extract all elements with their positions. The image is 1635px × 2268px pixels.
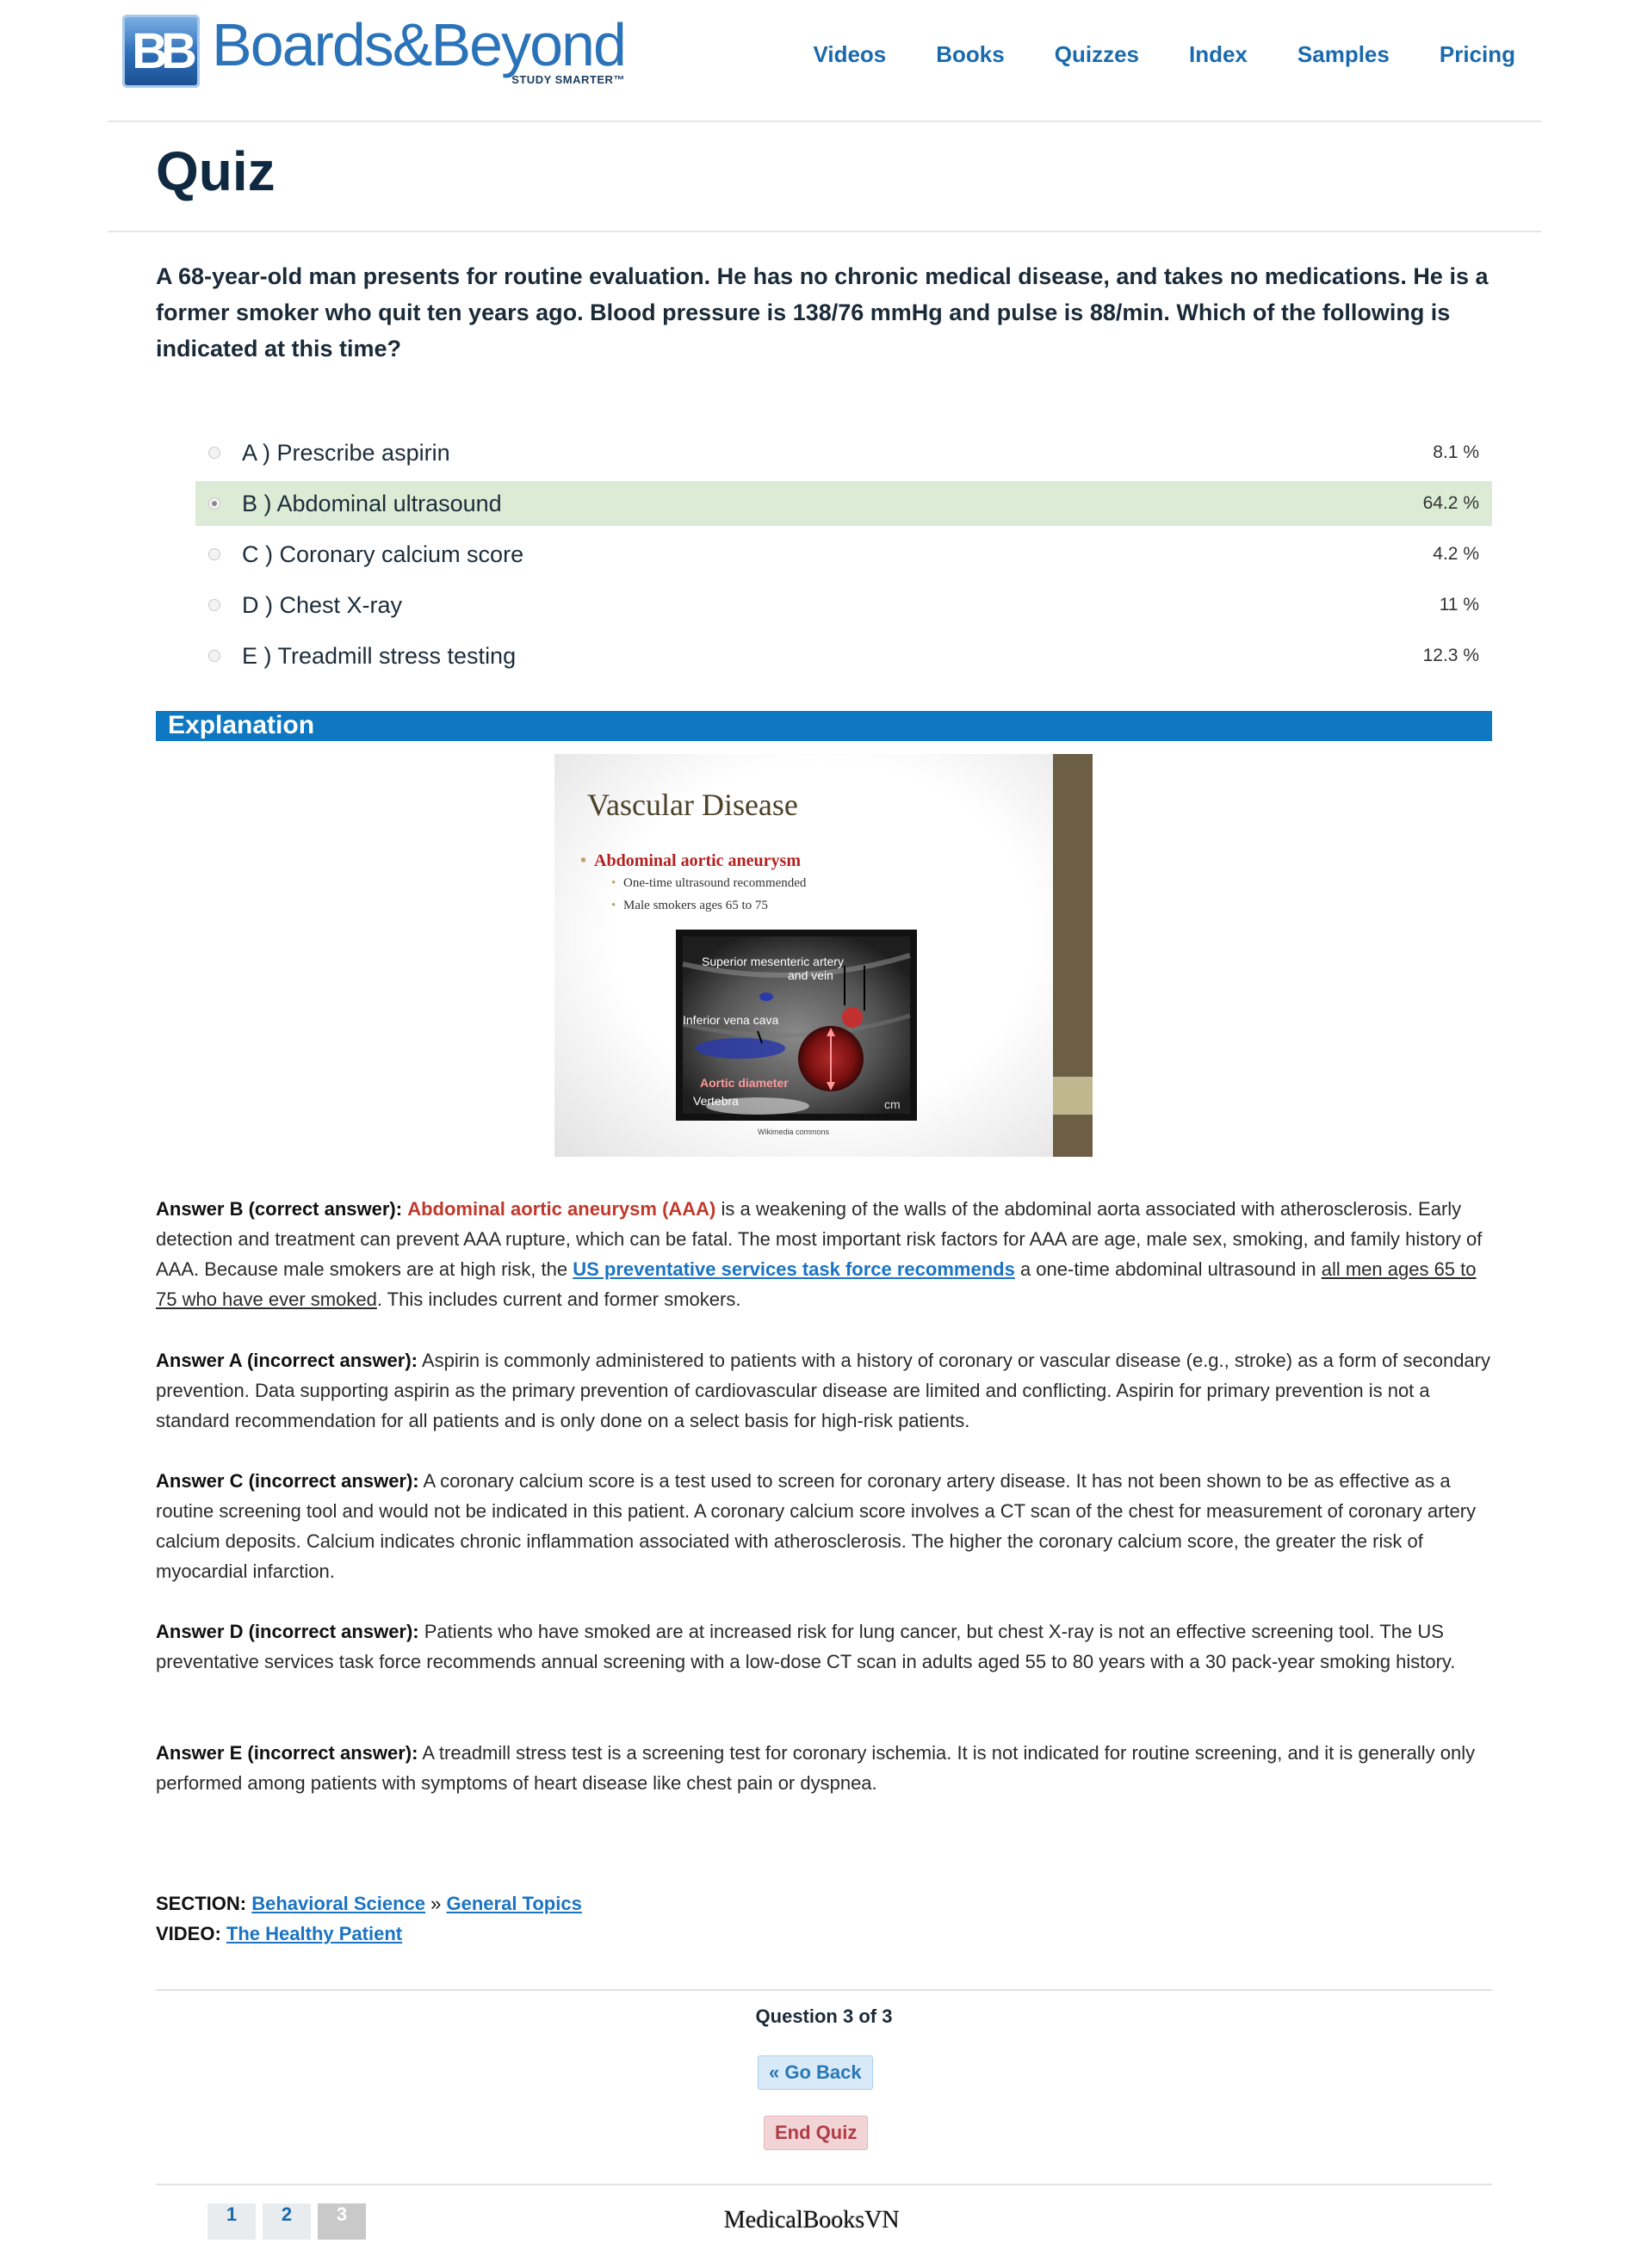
section-line: SECTION: Behavioral Science » General To…: [156, 1893, 582, 1914]
page-title: Quiz: [156, 140, 276, 202]
radio-button[interactable]: [208, 650, 220, 662]
explanation-slide-image: Vascular Disease Abdominal aortic aneury…: [554, 754, 1093, 1157]
explanation-answer-c: Answer C (incorrect answer): A coronary …: [156, 1470, 1477, 1582]
question-counter: Question 3 of 3: [755, 2005, 893, 2027]
answer-list: A ) Prescribe aspirin 8.1 % B ) Abdomina…: [195, 430, 1492, 684]
section-link-general-topics[interactable]: General Topics: [447, 1893, 582, 1914]
answer-label: D ) Chest X-ray: [242, 591, 403, 618]
site-header: BB Boards&Beyond STUDY SMARTER™ Videos B…: [108, 0, 1541, 122]
site-logo[interactable]: BB Boards&Beyond STUDY SMARTER™: [122, 11, 627, 88]
go-back-button[interactable]: « Go Back: [758, 2055, 873, 2090]
slide-bullet: Abdominal aortic aneurysm: [580, 851, 801, 871]
page-button-3-active[interactable]: 3: [318, 2203, 366, 2240]
nav-books[interactable]: Books: [936, 41, 1004, 68]
logo-tagline: STUDY SMARTER™: [511, 73, 625, 86]
title-row: Quiz: [108, 122, 1541, 232]
radio-button[interactable]: [208, 447, 220, 459]
question-stem: A 68-year-old man presents for routine e…: [156, 263, 1489, 362]
answer-option-a[interactable]: A ) Prescribe aspirin 8.1 %: [195, 430, 1492, 475]
us-label-aortic-diameter: Aortic diameter: [700, 1076, 789, 1090]
explanation-answer-a: Answer A (incorrect answer): Aspirin is …: [156, 1350, 1490, 1431]
video-line: VIDEO: The Healthy Patient: [156, 1923, 403, 1944]
us-label-sma-2: and vein: [788, 968, 833, 982]
slide-sub-bullet: Male smokers ages 65 to 75: [611, 899, 768, 913]
answer-label: E ) Treadmill stress testing: [242, 642, 517, 669]
answer-label: A ) Prescribe aspirin: [242, 439, 450, 466]
radio-button[interactable]: [208, 548, 220, 560]
quiz-content: A 68-year-old man presents for routine e…: [156, 258, 1492, 2240]
page-button-2[interactable]: 2: [263, 2203, 311, 2240]
us-label-sma: Superior mesenteric artery: [702, 955, 844, 968]
answer-percentage: 4.2 %: [1433, 544, 1479, 564]
nav-samples[interactable]: Samples: [1297, 41, 1390, 68]
answer-option-b[interactable]: B ) Abdominal ultrasound 64.2 %: [195, 481, 1492, 526]
nav-index[interactable]: Index: [1189, 41, 1248, 68]
image-credit: Wikimedia commons: [758, 1128, 830, 1136]
question-pagination: 1 2 3: [207, 2203, 366, 2240]
answer-option-d[interactable]: D ) Chest X-ray 11 %: [195, 583, 1492, 627]
nav-videos[interactable]: Videos: [813, 41, 886, 68]
page-button-1[interactable]: 1: [207, 2203, 256, 2240]
ultrasound-image: Superior mesenteric artery and vein Infe…: [676, 930, 917, 1121]
logo-mark: BB: [122, 15, 200, 88]
explanation-heading-bar: Explanation: [156, 711, 1492, 741]
answer-percentage: 12.3 %: [1422, 646, 1479, 665]
uspstf-link[interactable]: US preventative services task force reco…: [573, 1258, 1015, 1280]
logo-name: Boards&Beyond: [212, 11, 627, 78]
explanation-answer-e: Answer E (incorrect answer): A treadmill…: [156, 1742, 1476, 1794]
answer-label: C ) Coronary calcium score: [242, 541, 524, 567]
nav-quizzes[interactable]: Quizzes: [1055, 41, 1139, 68]
explanation-answer-d: Answer D (incorrect answer): Patients wh…: [156, 1621, 1456, 1672]
section-link-behavioral-science[interactable]: Behavioral Science: [251, 1893, 425, 1914]
divider: [156, 2184, 1492, 2185]
end-quiz-button[interactable]: End Quiz: [764, 2116, 869, 2150]
slide-title: Vascular Disease: [587, 788, 798, 822]
us-label-vertebra: Vertebra: [693, 1094, 739, 1108]
divider: [156, 1989, 1492, 1991]
slide-side-bar: [1053, 754, 1093, 1157]
answer-percentage: 64.2 %: [1422, 493, 1479, 513]
main-nav: Videos Books Quizzes Index Samples Prici…: [813, 41, 1515, 68]
nav-pricing[interactable]: Pricing: [1440, 41, 1515, 68]
watermark: MedicalBooksVN: [724, 2207, 900, 2234]
us-unit: cm: [884, 1097, 901, 1111]
us-label-ivc: Inferior vena cava: [683, 1013, 778, 1027]
radio-button-selected[interactable]: [208, 497, 220, 510]
explanation-heading: Explanation: [168, 711, 315, 739]
explanation-answer-b: Answer B (correct answer): Abdominal aor…: [156, 1198, 1483, 1310]
slide-sub-bullet: One-time ultrasound recommended: [611, 876, 806, 891]
answer-option-c[interactable]: C ) Coronary calcium score 4.2 %: [195, 532, 1492, 577]
radio-button[interactable]: [208, 599, 220, 611]
answer-percentage: 11 %: [1439, 595, 1479, 615]
video-link[interactable]: The Healthy Patient: [226, 1923, 402, 1944]
answer-percentage: 8.1 %: [1433, 442, 1479, 462]
answer-option-e[interactable]: E ) Treadmill stress testing 12.3 %: [195, 633, 1492, 678]
answer-label: B ) Abdominal ultrasound: [242, 490, 502, 516]
